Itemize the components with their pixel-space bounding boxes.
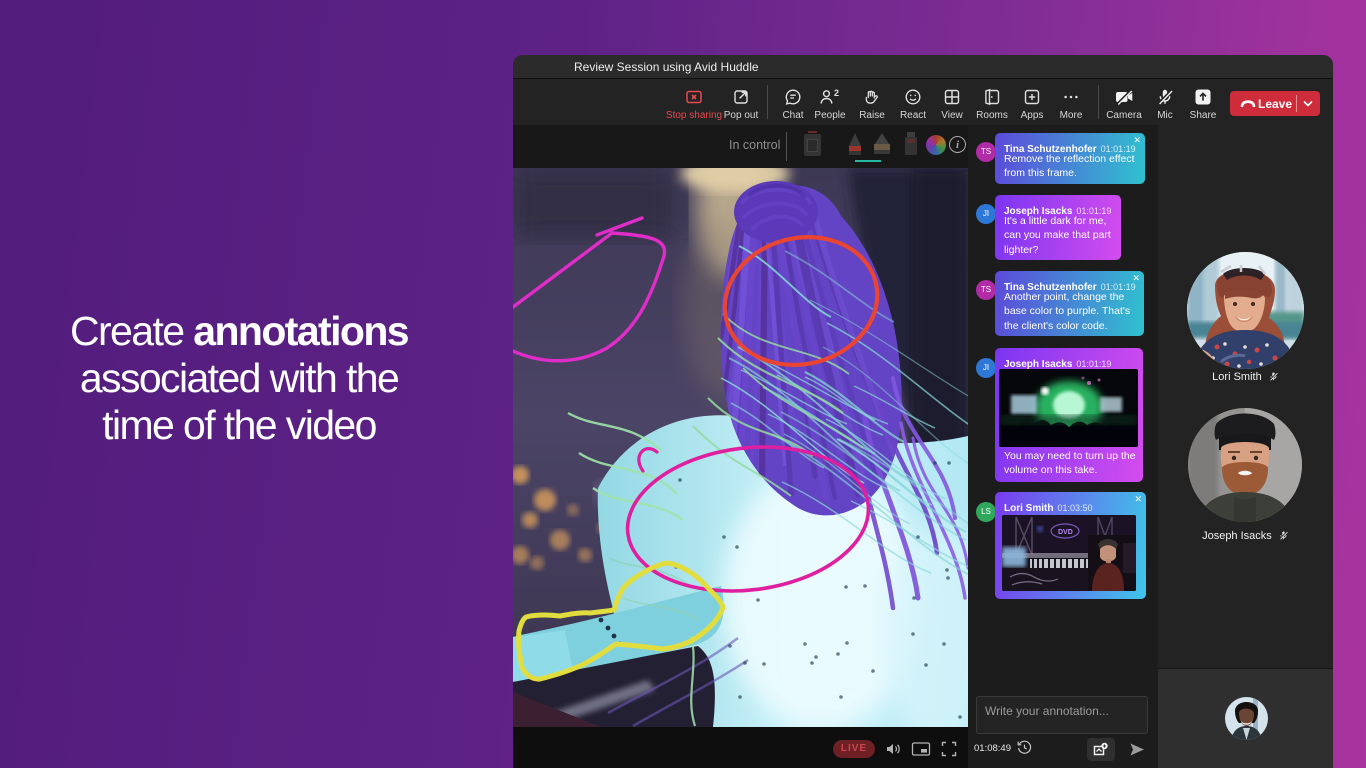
- svg-text:DVD: DVD: [1058, 529, 1073, 536]
